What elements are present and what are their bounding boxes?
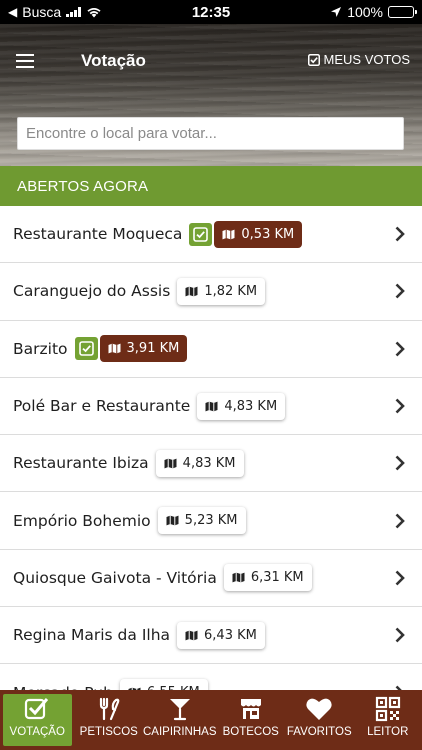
tab-label: BOTECOS (222, 726, 279, 738)
voted-check-icon (74, 337, 98, 361)
nav-bar: Votação MEUS VOTOS (0, 24, 422, 98)
heart-icon (305, 696, 333, 722)
map-icon (108, 343, 121, 354)
place-name: Empório Bohemio (13, 511, 151, 530)
battery-icon (388, 6, 417, 18)
place-name: Quiosque Gaivota - Vitória (13, 568, 217, 587)
tab-label: PETISCOS (79, 726, 138, 738)
place-name: Barzito (13, 339, 68, 358)
place-name: Polé Bar e Restaurante (13, 397, 191, 416)
distance-value: 5,23 KM (184, 513, 238, 529)
qr-code-icon (375, 696, 401, 722)
tab-favoritos[interactable]: FAVORITOS (285, 690, 354, 750)
distance-badge: 6,43 KM (177, 621, 265, 649)
chevron-right-icon (394, 226, 406, 242)
place-name: Restaurante Ibiza (13, 454, 149, 473)
section-title: ABERTOS AGORA (17, 177, 149, 195)
vote-check-icon (24, 696, 50, 722)
tab-botecos[interactable]: BOTECOS (217, 690, 286, 750)
map-icon (164, 458, 177, 469)
back-arrow-icon[interactable]: ◀ (8, 5, 17, 19)
chevron-right-icon (394, 570, 406, 586)
chevron-right-icon (394, 283, 406, 299)
distance-badge: 4,83 KM (197, 392, 286, 420)
bottom-tab-bar: VOTAÇÃO PETISCOS CAIPIRINHAS BOTECOS FAVORIT… (0, 690, 422, 750)
meus-votos-button[interactable]: MEUS VOTOS (307, 52, 410, 67)
chevron-right-icon (394, 627, 406, 643)
list-item[interactable]: Barzito 3,91 KM (0, 320, 422, 378)
tab-label: FAVORITOS (286, 726, 352, 738)
status-right: 100% (330, 4, 417, 20)
status-left: ◀ Busca (8, 4, 102, 20)
fork-knife-icon (96, 696, 122, 722)
map-icon (185, 286, 198, 297)
distance-badge: 4,83 KM (155, 449, 244, 477)
tab-caipirinhas[interactable]: CAIPIRINHAS (143, 690, 217, 750)
chevron-right-icon (394, 341, 406, 357)
signal-icon (66, 7, 82, 17)
tab-label: CAIPIRINHAS (143, 726, 217, 738)
place-name: Caranguejo do Assis (13, 282, 171, 301)
back-label[interactable]: Busca (22, 4, 61, 20)
map-icon (185, 630, 198, 641)
map-icon (222, 229, 235, 240)
list-item[interactable]: Restaurante Moqueca 0,53 KM (0, 206, 422, 264)
map-icon (166, 515, 179, 526)
distance-value: 6,31 KM (250, 570, 304, 586)
list-item[interactable]: Regina Maris da Ilha 6,43 KM (0, 607, 422, 665)
map-icon (205, 401, 218, 411)
search-input[interactable] (17, 117, 404, 150)
list-item[interactable]: Empório Bohemio 5,23 KM (0, 492, 422, 550)
tab-leitor[interactable]: LEITOR (354, 690, 422, 750)
distance-value: 0,53 KM (241, 226, 295, 242)
voted-check-icon (189, 222, 213, 246)
chevron-right-icon (394, 513, 406, 529)
page-title: Votação (81, 51, 146, 70)
distance-badge: 3,91 KM (99, 335, 188, 363)
distance-badge: 5,23 KM (157, 507, 246, 535)
distance-badge: 1,82 KM (177, 277, 266, 305)
section-header: ABERTOS AGORA (0, 166, 422, 206)
tab-label: VOTAÇÃO (9, 726, 65, 738)
chevron-right-icon (394, 398, 406, 414)
shop-icon (238, 696, 264, 722)
distance-value: 4,83 KM (182, 455, 236, 471)
distance-value: 1,82 KM (204, 283, 258, 299)
wifi-icon (87, 8, 101, 18)
tab-label: LEITOR (367, 726, 409, 738)
chevron-right-icon (394, 455, 406, 471)
header: Votação MEUS VOTOS (0, 24, 422, 166)
places-list: Restaurante Moqueca 0,53 KM Caranguejo do … (0, 206, 422, 722)
distance-value: 4,83 KM (224, 398, 278, 414)
distance-badge: 0,53 KM (214, 220, 303, 248)
status-bar: ◀ Busca 12:35 100% (0, 0, 422, 24)
place-name: Restaurante Moqueca (13, 225, 183, 244)
checkbox-icon (307, 53, 320, 66)
meus-votos-label: MEUS VOTOS (323, 52, 410, 67)
map-icon (232, 573, 245, 583)
list-item[interactable]: Quiosque Gaivota - Vitória 6,31 KM (0, 549, 422, 608)
tab-votacao[interactable]: VOTAÇÃO (3, 694, 72, 746)
distance-value: 3,91 KM (126, 341, 180, 357)
list-item[interactable]: Caranguejo do Assis 1,82 KM (0, 263, 422, 321)
distance-value: 6,43 KM (204, 627, 257, 643)
list-item[interactable]: Restaurante Ibiza 4,83 KM (0, 435, 422, 493)
location-arrow-icon (331, 7, 342, 17)
distance-badge: 6,31 KM (223, 564, 312, 592)
place-name: Regina Maris da Ilha (13, 626, 171, 645)
tab-petiscos[interactable]: PETISCOS (75, 690, 144, 750)
cocktail-glass-icon (167, 696, 193, 722)
hamburger-menu-icon[interactable] (16, 52, 38, 70)
battery-percent: 100% (347, 4, 383, 20)
list-item[interactable]: Polé Bar e Restaurante 4,83 KM (0, 377, 422, 436)
